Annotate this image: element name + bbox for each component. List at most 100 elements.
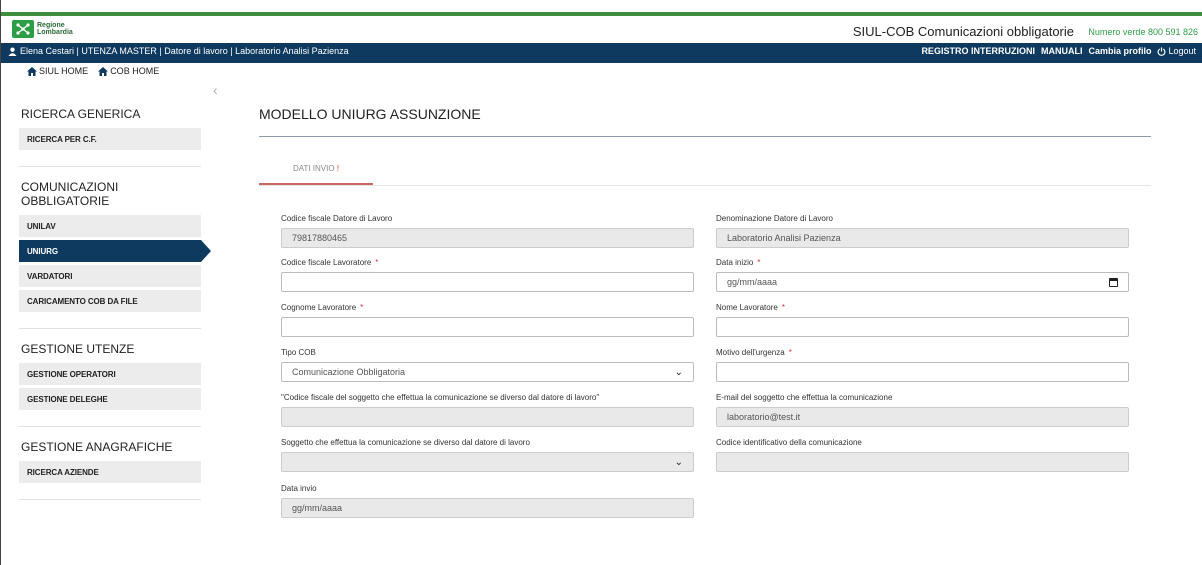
tipo-cob-select[interactable]: Comunicazione Obbligatoria ⌄: [281, 362, 694, 382]
app-title: SIUL-COB Comunicazioni obbligatorie: [853, 24, 1074, 39]
cognome-input[interactable]: [281, 317, 694, 337]
sidebar-section-comunicazioni: COMUNICAZIONI OBBLIGATORIE: [21, 180, 119, 208]
data-inizio-label: Data inizio *: [716, 258, 761, 267]
sidebar-item-operatori[interactable]: GESTIONE OPERATORI: [19, 363, 201, 385]
user-info: Elena Cestari | UTENZA MASTER | Datore d…: [8, 46, 349, 56]
codice-id-input: [716, 452, 1129, 472]
app-title-rest: Comunicazioni obbligatorie: [914, 24, 1074, 39]
cf-soggetto-input: [281, 407, 694, 427]
home-icon: [98, 66, 109, 76]
field-data-invio: Data invio gg/mm/aaaa: [281, 484, 694, 518]
motivo-input[interactable]: [716, 362, 1129, 382]
registro-interruzioni-link[interactable]: REGISTRO INTERRUZIONI: [921, 46, 1035, 56]
siul-home-label: SIUL HOME: [39, 66, 89, 76]
divider: [19, 499, 201, 500]
sidebar-section-anagrafiche: GESTIONE ANAGRAFICHE: [21, 440, 173, 454]
home-icon: [27, 66, 37, 76]
top-strip: [1, 0, 1202, 12]
field-email: E-mail del soggetto che effettua la comu…: [716, 393, 1129, 427]
divider: [19, 328, 201, 329]
sidebar-item-unilav[interactable]: UNILAV: [19, 215, 201, 237]
user-icon: [8, 47, 17, 56]
denominazione-input: Laboratorio Analisi Pazienza: [716, 228, 1129, 248]
soggetto-select[interactable]: ⌄: [281, 452, 694, 472]
sidebar-item-vardatori[interactable]: VARDATORI: [19, 265, 201, 287]
tab-warning: !: [336, 164, 340, 173]
tab-dati-invio[interactable]: DATI INVIO !: [259, 164, 373, 185]
field-soggetto: Soggetto che effettua la comunicazione s…: [281, 438, 694, 472]
chevron-down-icon: ⌄: [674, 366, 683, 378]
user-label: Elena Cestari | UTENZA MASTER | Datore d…: [20, 46, 349, 56]
data-invio-value: gg/mm/aaaa: [292, 503, 343, 513]
data-inizio-placeholder: gg/mm/aaaa: [727, 277, 778, 287]
logo-line-1: Regione: [37, 22, 65, 29]
collapse-sidebar-icon[interactable]: ‹: [213, 82, 218, 98]
logo-line-2: Lombardia: [37, 29, 73, 36]
field-cf-lavoratore: Codice fiscale Lavoratore *: [281, 258, 694, 292]
app-title-strong: SIUL-COB: [852, 24, 915, 39]
field-tipo-cob: Tipo COB Comunicazione Obbligatoria ⌄: [281, 348, 694, 382]
email-input: laboratorio@test.it: [716, 407, 1129, 427]
chevron-down-icon: ⌄: [674, 456, 683, 468]
breadcrumb: SIUL HOME COB HOME: [27, 66, 159, 76]
power-icon: [1158, 46, 1166, 56]
data-invio-label: Data invio: [281, 484, 317, 493]
email-value: laboratorio@test.it: [727, 412, 801, 422]
cambia-profilo-link[interactable]: Cambia profilo: [1088, 46, 1151, 56]
divider: [19, 426, 201, 427]
cognome-label: Cognome Lavoratore *: [281, 303, 364, 312]
rose-camuna-icon: [12, 20, 34, 38]
sidebar-item-uniurg[interactable]: UNIURG: [19, 240, 211, 262]
sidebar-section-utenze: GESTIONE UTENZE: [21, 342, 135, 356]
sidebar-section-ricerca: RICERCA GENERICA: [21, 107, 141, 121]
regione-lombardia-logo[interactable]: Regione Lombardia: [12, 20, 73, 38]
soggetto-label: Soggetto che effettua la comunicazione s…: [281, 438, 530, 447]
cf-datore-value: 79817880465: [292, 233, 348, 243]
logout-label: Logout: [1168, 46, 1196, 56]
field-cf-soggetto: "Codice fiscale del soggetto che effettu…: [281, 393, 694, 427]
title-divider: [259, 136, 1151, 137]
divider: [19, 166, 201, 167]
cf-datore-input: 79817880465: [281, 228, 694, 248]
nome-label: Nome Lavoratore *: [716, 303, 785, 312]
logout-link[interactable]: Logout: [1157, 46, 1196, 56]
denominazione-value: Laboratorio Analisi Pazienza: [727, 233, 841, 243]
field-cognome: Cognome Lavoratore *: [281, 303, 694, 337]
main-content: MODELLO UNIURG ASSUNZIONE DATI INVIO ! C…: [259, 100, 1151, 518]
tipo-cob-value: Comunicazione Obbligatoria: [292, 367, 406, 377]
codice-id-label: Codice identificativo della comunicazion…: [716, 438, 862, 447]
page-title: MODELLO UNIURG ASSUNZIONE: [259, 106, 481, 122]
field-nome: Nome Lavoratore *: [716, 303, 1129, 337]
manuali-link[interactable]: MANUALI: [1041, 46, 1083, 56]
cf-datore-label: Codice fiscale Datore di Lavoro: [281, 214, 393, 223]
field-data-inizio: Data inizio * gg/mm/aaaa: [716, 258, 1129, 292]
email-label: E-mail del soggetto che effettua la comu…: [716, 393, 893, 402]
nome-input[interactable]: [716, 317, 1129, 337]
tipo-cob-label: Tipo COB: [281, 348, 316, 357]
field-codice-id: Codice identificativo della comunicazion…: [716, 438, 1129, 472]
tab-label: DATI INVIO: [292, 164, 335, 173]
data-inizio-input[interactable]: gg/mm/aaaa: [716, 272, 1129, 292]
sidebar-item-caricamento[interactable]: CARICAMENTO COB DA FILE: [19, 290, 201, 312]
motivo-label: Motivo dell'urgenza *: [716, 348, 792, 357]
field-cf-datore: Codice fiscale Datore di Lavoro 79817880…: [281, 214, 694, 248]
data-invio-input: gg/mm/aaaa: [281, 498, 694, 518]
sidebar-item-ricerca-cf[interactable]: RICERCA PER C.F.: [19, 128, 201, 150]
cob-home-link[interactable]: COB HOME: [98, 66, 159, 76]
tab-divider: [259, 185, 1151, 186]
siul-home-link[interactable]: SIUL HOME: [27, 66, 88, 76]
sidebar-item-aziende[interactable]: RICERCA AZIENDE: [19, 461, 201, 483]
sidebar: RICERCA GENERICA RICERCA PER C.F. COMUNI…: [19, 100, 211, 506]
denominazione-label: Denominazione Datore di Lavoro: [716, 214, 833, 223]
navbar-actions: REGISTRO INTERRUZIONI MANUALI Cambia pro…: [921, 46, 1196, 56]
field-denominazione: Denominazione Datore di Lavoro Laborator…: [716, 214, 1129, 248]
cf-lavoratore-label: Codice fiscale Lavoratore *: [281, 258, 379, 267]
cf-lavoratore-input[interactable]: [281, 272, 694, 292]
sidebar-item-deleghe[interactable]: GESTIONE DELEGHE: [19, 388, 201, 410]
top-accent-bar: [1, 12, 1202, 16]
field-motivo: Motivo dell'urgenza *: [716, 348, 1129, 382]
cob-home-label: COB HOME: [110, 66, 160, 76]
cf-soggetto-label: "Codice fiscale del soggetto che effettu…: [281, 393, 600, 402]
calendar-icon[interactable]: [1109, 277, 1118, 287]
numero-verde: Numero verde 800 591 826: [1088, 27, 1198, 37]
